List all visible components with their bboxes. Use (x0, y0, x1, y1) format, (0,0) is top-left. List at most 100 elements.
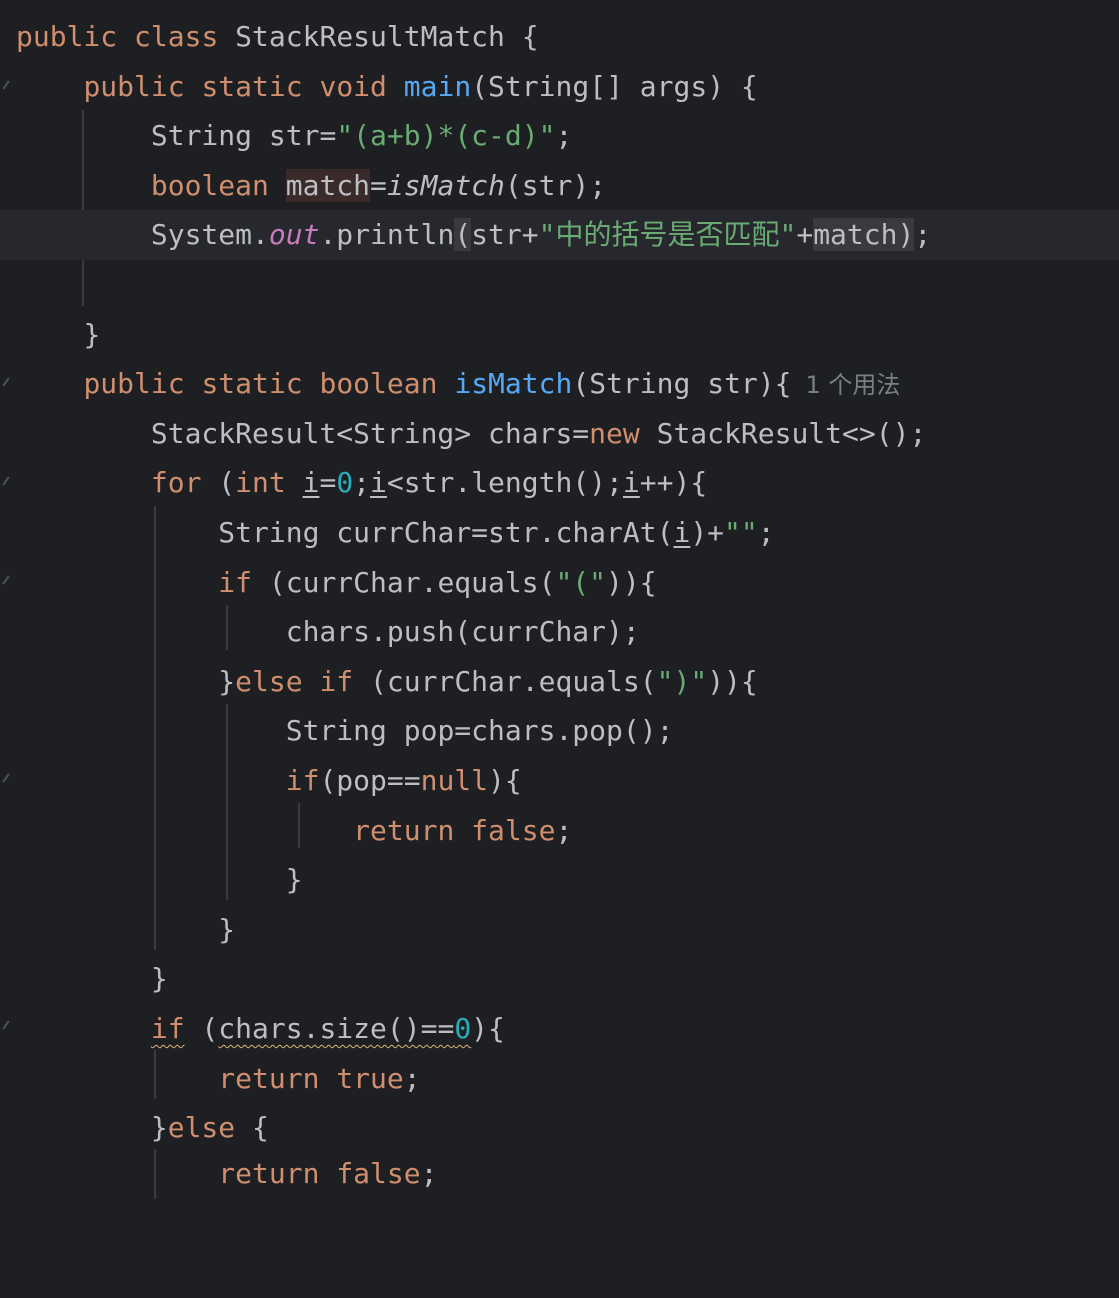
code-text: ; (757, 516, 775, 549)
type-name: String (218, 516, 320, 549)
loop-variable: i (370, 466, 387, 500)
keyword: else (167, 1111, 236, 1145)
code-text: } (285, 863, 303, 897)
keyword: int (235, 466, 286, 500)
type-name: String (285, 714, 387, 748)
type-name: String (150, 119, 253, 153)
keyword: else (235, 664, 303, 698)
code-line[interactable]: chars.push(currChar); (0, 607, 1119, 657)
code-text: } (150, 1111, 168, 1145)
code-text: pop=chars.pop(); (386, 714, 674, 748)
code-text: } (218, 664, 236, 698)
code-line[interactable]: } (0, 954, 1119, 1004)
method-params: (String str){ (572, 367, 792, 401)
keyword: null (420, 764, 489, 797)
code-line[interactable]: for (int i=0;i<str.length();i++){ (0, 458, 1119, 508)
warning-expression[interactable]: chars.size()== (218, 1012, 454, 1045)
code-text: .println (319, 218, 455, 252)
keyword: boolean (319, 367, 438, 401)
code-text: currChar=str.charAt( (319, 516, 674, 549)
code-text: str= (252, 119, 337, 153)
keyword: true (336, 1061, 404, 1095)
static-method-call: isMatch (386, 168, 505, 202)
code-text: (pop== (319, 764, 421, 797)
code-text: str+ (471, 218, 539, 252)
code-text: ){ (471, 1012, 505, 1045)
keyword: public (83, 69, 185, 103)
matched-paren: ( (454, 218, 472, 252)
code-line[interactable]: } (0, 905, 1119, 955)
keyword: if (319, 664, 354, 698)
matched-paren: ) (897, 218, 915, 252)
string-literal: "(a+b)*(c-d)" (336, 119, 556, 153)
usage-hint[interactable]: 1 个用法 (806, 371, 901, 399)
code-line[interactable]: if (chars.size()==0){ (0, 1004, 1119, 1054)
code-line[interactable]: String pop=chars.pop(); (0, 706, 1119, 756)
code-line[interactable]: public static boolean isMatch(String str… (0, 359, 1119, 409)
code-line[interactable]: if(pop==null){ (0, 756, 1119, 806)
code-text: (currChar.equals( (252, 565, 556, 599)
keyword: boolean (150, 168, 269, 202)
keyword: public (83, 367, 185, 401)
code-line[interactable]: return false; (0, 806, 1119, 856)
number-literal: 0 (336, 466, 354, 500)
code-text: )+ (690, 516, 725, 549)
keyword: static (201, 367, 303, 401)
code-text: = (319, 466, 337, 500)
code-text: ( (201, 466, 236, 500)
code-text: <str.length(); (386, 466, 623, 500)
method-name: main (403, 69, 472, 103)
keyword: return (353, 813, 455, 847)
code-line[interactable]: boolean match=isMatch(str); (0, 161, 1119, 211)
code-text: ; (353, 466, 371, 500)
keyword: static (201, 69, 303, 103)
keyword: return (218, 1061, 320, 1095)
code-text: } (83, 317, 101, 351)
code-text: StackResult<String> chars= (150, 416, 590, 450)
code-text: ; (403, 1061, 421, 1095)
code-text: (currChar.equals( (353, 664, 657, 698)
number-literal[interactable]: 0 (454, 1012, 471, 1045)
class-name: StackResultMatch (235, 20, 505, 53)
code-text: StackResult<>(); (639, 416, 927, 450)
code-text: } (218, 912, 236, 946)
code-line[interactable]: }else if (currChar.equals(")")){ (0, 657, 1119, 707)
code-text: ){ (488, 764, 522, 797)
method-name: isMatch (454, 367, 573, 401)
string-literal: "中的括号是否匹配" (538, 218, 797, 252)
code-line-current[interactable]: System.out.println(str+"中的括号是否匹配"+match)… (0, 210, 1119, 260)
code-text: ++){ (639, 466, 708, 500)
string-literal: ")" (656, 664, 708, 698)
loop-variable: i (673, 516, 691, 549)
keyword: for (150, 466, 202, 500)
code-line[interactable]: StackResult<String> chars=new StackResul… (0, 409, 1119, 459)
variable-highlight: match (813, 218, 898, 252)
keyword: if (218, 565, 253, 599)
code-line[interactable]: String currChar=str.charAt(i)+""; (0, 508, 1119, 558)
code-text: chars.push(currChar); (285, 615, 640, 649)
code-line[interactable]: } (0, 310, 1119, 360)
code-text: ; (555, 813, 573, 847)
code-editor[interactable]: public class StackResultMatch { public s… (0, 0, 1119, 1199)
code-text: = (370, 168, 387, 202)
keyword: false (471, 813, 556, 847)
keyword: public (16, 20, 118, 53)
code-text: ; (914, 218, 932, 252)
keyword: return (218, 1157, 320, 1190)
code-line[interactable]: public static void main(String[] args) { (0, 62, 1119, 112)
code-line[interactable]: if (currChar.equals("(")){ (0, 558, 1119, 608)
code-line[interactable]: }else { (0, 1103, 1119, 1153)
keyword-warning[interactable]: if (151, 1012, 185, 1045)
keyword: false (336, 1157, 421, 1190)
keyword: void (319, 69, 387, 103)
code-text: + (796, 218, 814, 252)
code-line[interactable]: return false; (0, 1149, 1119, 1199)
static-field: out (268, 218, 320, 252)
string-literal: "" (724, 516, 758, 549)
code-text: System. (150, 218, 269, 252)
code-line[interactable]: public class StackResultMatch { (0, 12, 1119, 62)
code-line[interactable]: } (0, 855, 1119, 905)
code-line[interactable]: return true; (0, 1054, 1119, 1104)
code-line[interactable]: String str="(a+b)*(c-d)"; (0, 111, 1119, 161)
code-text: ; (420, 1157, 438, 1190)
